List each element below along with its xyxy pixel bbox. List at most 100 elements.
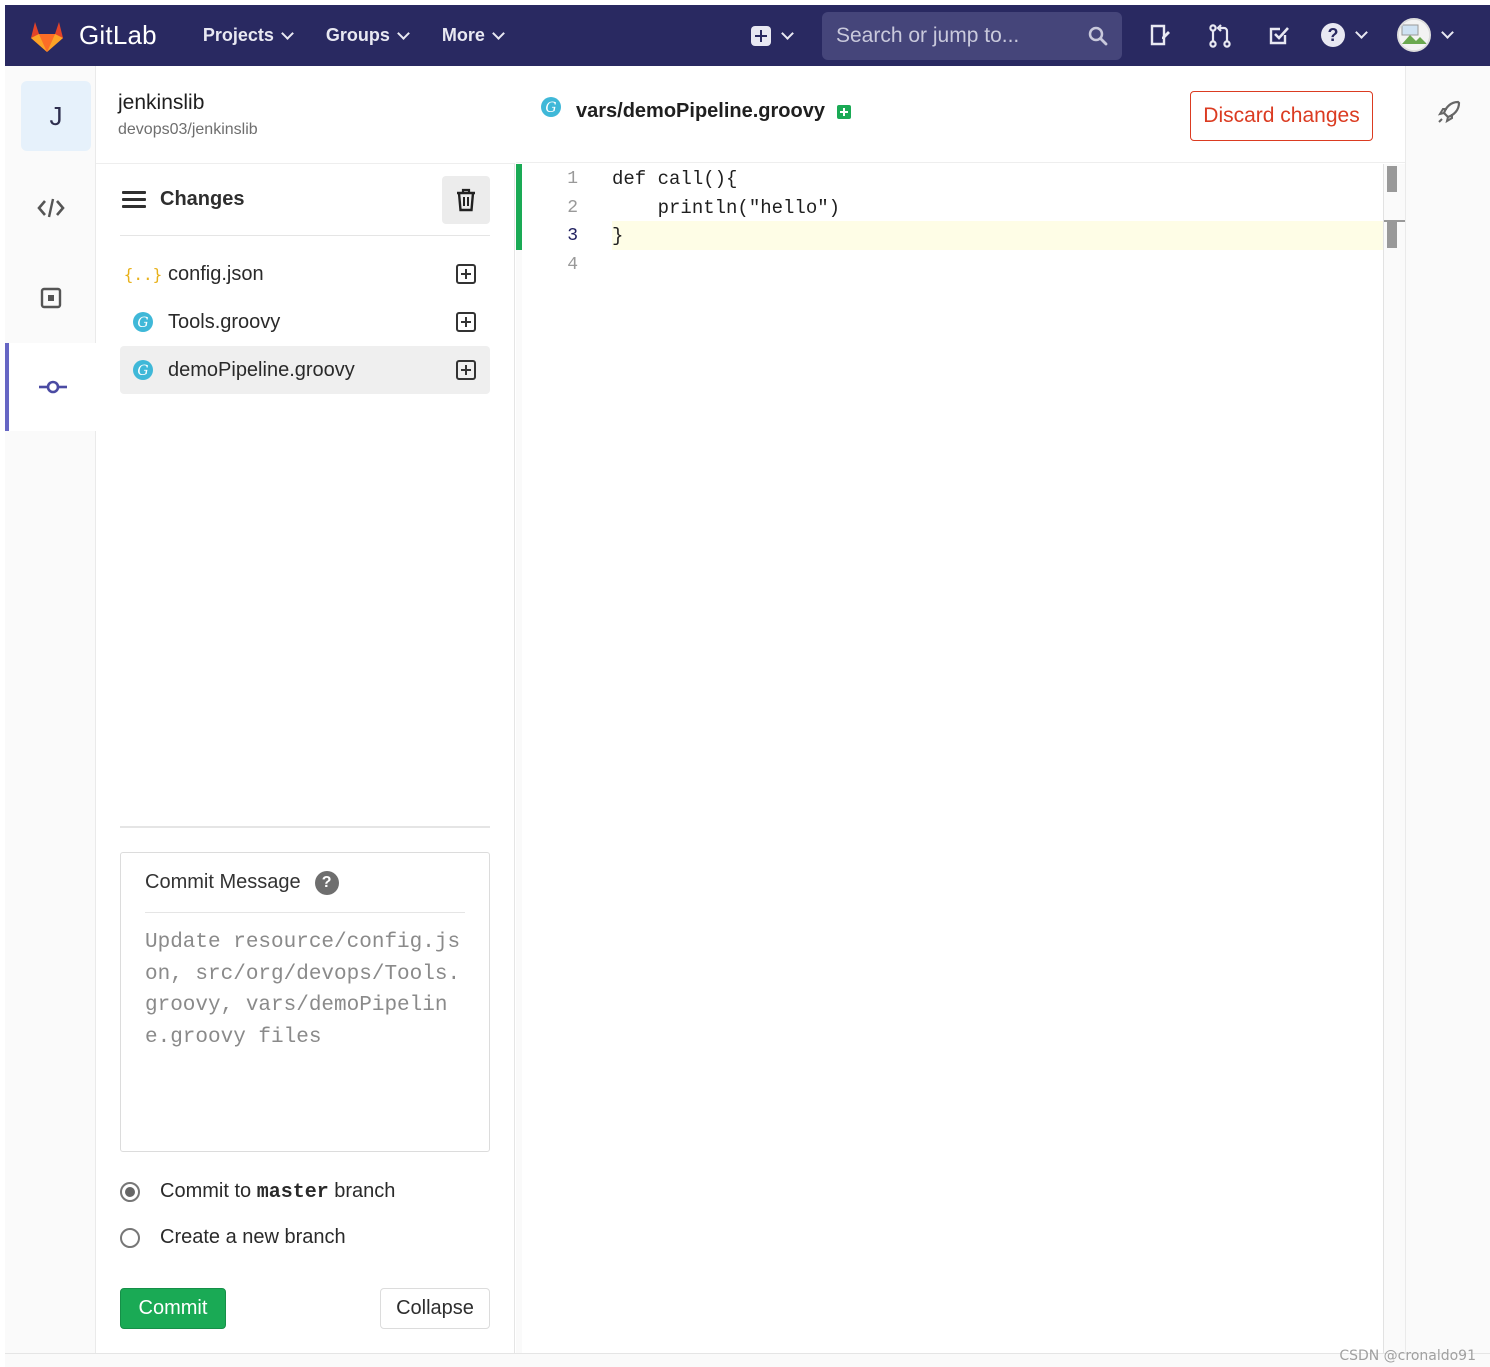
option-suffix: branch	[328, 1180, 396, 1202]
merge-requests-icon[interactable]	[1208, 23, 1232, 49]
issues-icon[interactable]	[1148, 23, 1172, 47]
nav-projects[interactable]: Projects	[202, 25, 294, 46]
discard-all-button[interactable]	[442, 176, 490, 224]
project-info: jenkinslib devops03/jenkinslib	[118, 91, 258, 139]
help-dropdown[interactable]: ?	[1321, 23, 1368, 47]
search-icon[interactable]	[1088, 26, 1108, 46]
svg-text:G: G	[137, 363, 148, 379]
changes-title: Changes	[160, 188, 245, 210]
json-file-icon: {..}	[123, 264, 163, 284]
list-icon	[122, 190, 146, 209]
right-sidebar	[1405, 66, 1490, 1367]
project-avatar[interactable]: J	[21, 81, 91, 151]
rocket-icon[interactable]	[1436, 99, 1462, 125]
current-line-highlight	[612, 221, 1405, 250]
file-review-icon	[40, 287, 61, 309]
top-navbar: GitLab Projects Groups More Search or ju…	[5, 5, 1490, 66]
chevron-down-icon	[781, 27, 794, 40]
search-box	[822, 12, 1122, 60]
create-new-branch-label: Create a new branch	[160, 1226, 346, 1248]
code-text-area[interactable]: def call(){ println("hello") }	[612, 164, 1405, 1353]
option-prefix: Commit to	[160, 1180, 257, 1202]
commit-icon	[38, 380, 67, 394]
avatar	[1397, 18, 1431, 52]
search-input[interactable]	[836, 24, 1076, 48]
line-number-gutter: 1 2 3 4	[522, 164, 612, 1353]
avatar-image-icon	[1399, 20, 1429, 50]
file-added-icon	[836, 104, 851, 119]
editor-header: G vars/demoPipeline.groovy Discard chang…	[516, 66, 1405, 163]
brand[interactable]: GitLab	[27, 16, 157, 56]
nav-more[interactable]: More	[441, 25, 505, 46]
chevron-down-icon	[1441, 26, 1454, 39]
user-menu[interactable]	[1397, 18, 1454, 52]
stage-file-button[interactable]	[456, 312, 476, 332]
code-icon	[36, 198, 65, 218]
branch-name: master	[256, 1181, 329, 1204]
nav-groups[interactable]: Groups	[325, 25, 410, 46]
list-item[interactable]: {..} config.json	[120, 250, 490, 298]
editor-file-title: G vars/demoPipeline.groovy	[540, 96, 851, 123]
ide-window: GitLab Projects Groups More Search or ju…	[5, 5, 1490, 1367]
commit-mode-button[interactable]	[5, 343, 96, 431]
commit-message-input[interactable]: Update resource/config.json, src/org/dev…	[145, 927, 465, 1053]
collapse-button[interactable]: Collapse	[380, 1288, 490, 1329]
nav-more-label: More	[441, 25, 485, 45]
chevron-down-icon	[397, 26, 410, 40]
code-line: def call(){	[612, 168, 738, 190]
nav-menu: Projects Groups More	[203, 25, 537, 46]
stage-file-button[interactable]	[456, 360, 476, 380]
code-line: }	[612, 225, 624, 247]
status-bar	[5, 1353, 1490, 1367]
activity-bar: J	[5, 66, 96, 1367]
line-number: 4	[567, 255, 578, 275]
stage-file-button[interactable]	[456, 264, 476, 284]
todos-icon[interactable]	[1267, 23, 1291, 47]
commit-message-label: Commit Message	[145, 871, 301, 893]
brand-name: GitLab	[79, 20, 157, 50]
radio-button[interactable]	[120, 1182, 140, 1202]
list-item[interactable]: G Tools.groovy	[120, 298, 490, 346]
commit-button[interactable]: Commit	[120, 1288, 226, 1329]
editor-scrollbar[interactable]	[1383, 164, 1406, 1353]
line-number: 1	[567, 169, 578, 189]
commit-message-box: Commit Message ? Update resource/config.…	[120, 852, 490, 1152]
trash-icon	[457, 188, 475, 212]
groovy-file-icon: G	[132, 359, 154, 381]
create-new-branch-option[interactable]: Create a new branch	[120, 1226, 346, 1249]
code-line: println("hello")	[612, 197, 841, 219]
new-item-dropdown[interactable]	[751, 26, 794, 46]
commit-to-master-label: Commit to master branch	[160, 1180, 395, 1204]
line-number: 3	[567, 226, 578, 246]
project-name[interactable]: jenkinslib	[118, 91, 258, 115]
commit-to-master-option[interactable]: Commit to master branch	[120, 1180, 395, 1204]
file-name: demoPipeline.groovy	[168, 358, 355, 381]
nav-groups-label: Groups	[325, 25, 390, 45]
help-icon: ?	[1321, 23, 1345, 47]
list-item[interactable]: G demoPipeline.groovy	[120, 346, 490, 394]
svg-text:G: G	[545, 100, 556, 116]
discard-changes-button[interactable]: Discard changes	[1190, 91, 1373, 141]
line-number: 2	[567, 198, 578, 218]
chevron-down-icon	[1355, 26, 1368, 39]
divider	[120, 826, 490, 828]
plus-square-icon	[751, 26, 771, 46]
chevron-down-icon	[492, 26, 505, 40]
groovy-file-icon: G	[541, 96, 561, 117]
editor-file-path: vars/demoPipeline.groovy	[576, 100, 825, 122]
edit-mode-button[interactable]	[5, 164, 96, 252]
watermark: CSDN @cronaldo91	[1339, 1348, 1476, 1364]
file-name: config.json	[168, 262, 264, 285]
review-mode-button[interactable]	[5, 254, 96, 342]
code-editor[interactable]: 1 2 3 4 def call(){ println("hello") }	[516, 164, 1406, 1353]
scroll-marker	[1387, 166, 1397, 192]
help-icon[interactable]: ?	[314, 871, 339, 895]
changes-panel: Changes {..} config.json G Tools.groovy …	[96, 163, 515, 1353]
radio-button[interactable]	[120, 1227, 140, 1248]
nav-projects-label: Projects	[202, 25, 274, 45]
changed-files-list: {..} config.json G Tools.groovy G demoPi…	[120, 250, 490, 394]
chevron-down-icon	[280, 26, 294, 40]
gitlab-logo-icon	[31, 21, 63, 52]
changes-header: Changes	[120, 164, 490, 236]
file-name: Tools.groovy	[168, 310, 281, 333]
